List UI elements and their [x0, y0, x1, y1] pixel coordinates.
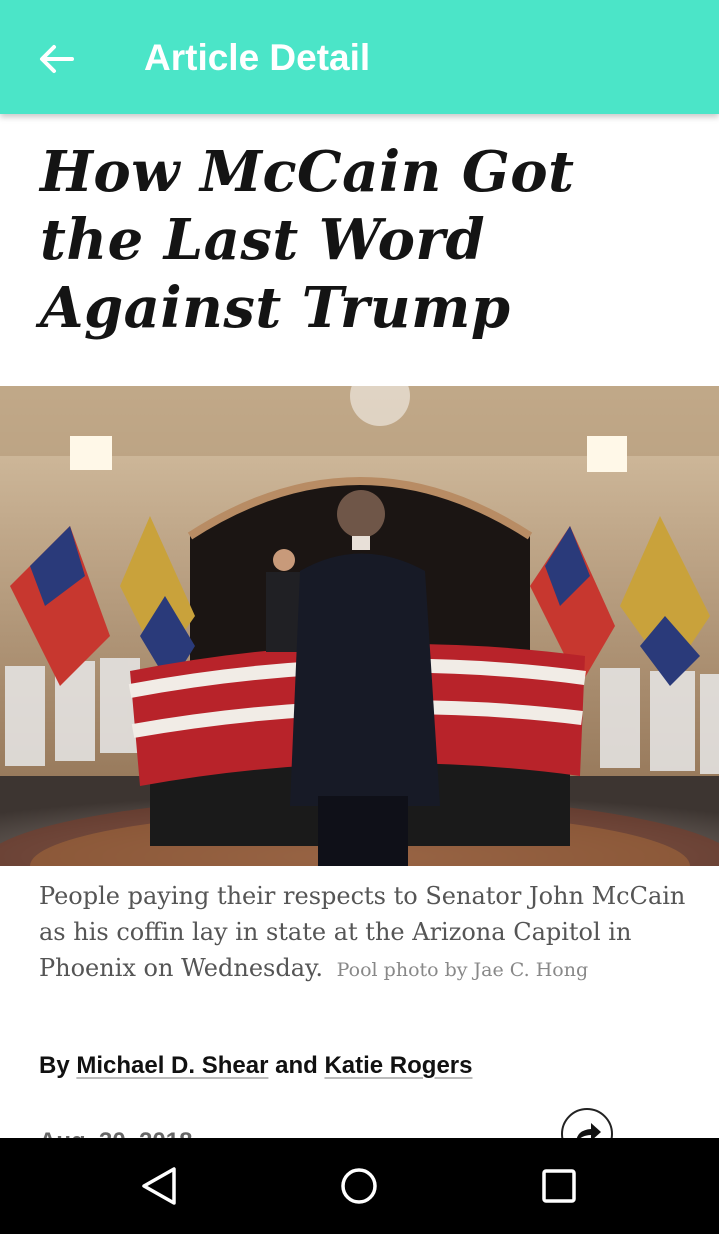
- nav-home-icon[interactable]: [334, 1161, 384, 1211]
- article-headline: How McCain Got the Last Word Against Tru…: [40, 139, 575, 341]
- app-bar: Article Detail: [0, 0, 719, 114]
- article-photo: [0, 386, 719, 866]
- nav-back-icon[interactable]: [134, 1161, 184, 1211]
- photo-caption: People paying their respects to Senator …: [39, 878, 689, 988]
- byline-prefix: By: [39, 1052, 70, 1079]
- byline: By Michael D. Shear and Katie Rogers: [39, 1052, 473, 1080]
- page-title: Article Detail: [144, 37, 371, 78]
- nav-recents-icon[interactable]: [534, 1161, 584, 1211]
- system-nav-bar: [0, 1138, 719, 1234]
- author-link-1[interactable]: Michael D. Shear: [76, 1052, 268, 1079]
- arrow-left-icon[interactable]: [36, 39, 76, 79]
- byline-and: and: [275, 1052, 318, 1079]
- author-link-2[interactable]: Katie Rogers: [324, 1052, 472, 1079]
- photo-credit: Pool photo by Jae C. Hong: [336, 959, 589, 981]
